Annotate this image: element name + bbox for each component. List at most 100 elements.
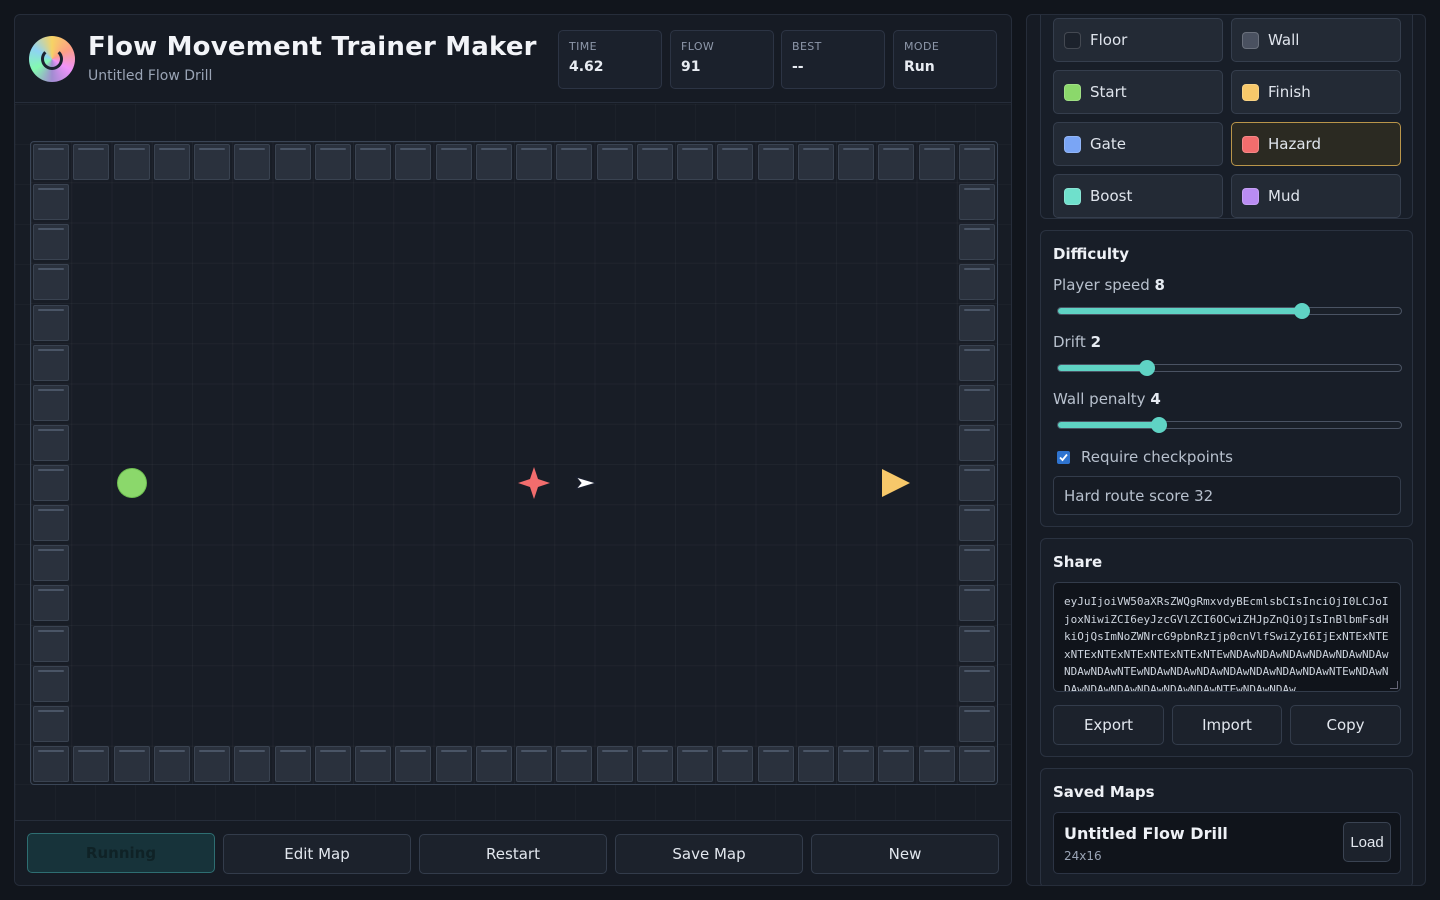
require-checkpoints-checkbox[interactable] <box>1057 450 1070 464</box>
wall-tile <box>234 745 271 782</box>
app-title: Flow Movement Trainer Maker <box>88 32 537 62</box>
wall-tile <box>33 424 69 461</box>
wall-tile <box>475 144 512 180</box>
wall-tile <box>958 384 995 421</box>
palette-item-finish[interactable]: Finish <box>1231 70 1401 114</box>
palette-item-hazard[interactable]: Hazard <box>1231 122 1401 166</box>
wall-tile <box>395 144 432 180</box>
wall-tile <box>435 144 472 180</box>
restart-button[interactable]: Restart <box>419 834 607 874</box>
resize-handle-icon[interactable] <box>1390 681 1398 689</box>
stat-flow: FLOW 91 <box>670 30 774 89</box>
player-icon <box>574 476 599 491</box>
stat-value: Run <box>904 59 935 75</box>
wall-tile <box>556 144 593 180</box>
stat-best: BEST -- <box>781 30 885 89</box>
wall-tile <box>757 144 794 180</box>
require-checkpoints-label: Require checkpoints <box>1081 448 1233 466</box>
wall-tile <box>33 745 69 782</box>
palette-item-label: Mud <box>1268 187 1300 205</box>
palette-item-label: Hazard <box>1268 135 1321 153</box>
palette-item-mud[interactable]: Mud <box>1231 174 1401 218</box>
wall-tile <box>113 144 150 180</box>
wall-tile <box>958 304 995 341</box>
hazard-tile-icon <box>518 467 551 500</box>
wall-penalty-label: Wall penalty 4 <box>1053 390 1161 408</box>
saved-map-name: Untitled Flow Drill <box>1064 824 1228 843</box>
palette-item-label: Floor <box>1090 31 1128 49</box>
wall-tile <box>73 144 110 180</box>
drift-slider[interactable] <box>1057 360 1402 376</box>
wall-tile <box>797 745 834 782</box>
wall-tile <box>435 745 472 782</box>
saved-maps-card: Saved Maps Untitled Flow Drill 24x16 Loa… <box>1040 768 1413 885</box>
swatch-icon <box>1064 135 1081 153</box>
player-speed-slider[interactable] <box>1057 303 1402 319</box>
import-button[interactable]: Import <box>1172 705 1282 745</box>
swatch-icon <box>1242 31 1259 49</box>
stat-label: FLOW <box>681 40 715 53</box>
swatch-icon <box>1064 83 1081 101</box>
check-icon <box>1059 453 1068 461</box>
palette-item-label: Wall <box>1268 31 1300 49</box>
wall-tile <box>958 424 995 461</box>
wall-tile <box>73 745 110 782</box>
slider-thumb[interactable] <box>1293 303 1310 319</box>
slider-fill <box>1058 365 1148 371</box>
wall-tile <box>878 144 915 180</box>
palette-item-label: Start <box>1090 83 1127 101</box>
wall-tile <box>958 745 995 782</box>
wall-tile <box>958 625 995 662</box>
wall-tile <box>33 665 69 702</box>
wall-tile <box>33 465 69 501</box>
palette-item-wall[interactable]: Wall <box>1231 18 1401 62</box>
edit-map-button[interactable]: Edit Map <box>223 834 411 874</box>
palette-item-gate[interactable]: Gate <box>1053 122 1223 166</box>
require-checkpoints-row[interactable]: Require checkpoints <box>1057 448 1233 466</box>
wall-tile <box>33 224 69 261</box>
wall-tile <box>878 745 915 782</box>
palette-item-label: Boost <box>1090 187 1133 205</box>
wall-tile <box>677 745 713 782</box>
slider-value: 8 <box>1154 276 1165 294</box>
new-map-button[interactable]: New <box>811 834 999 874</box>
running-button[interactable]: Running <box>27 833 215 873</box>
palette-item-boost[interactable]: Boost <box>1053 174 1223 218</box>
difficulty-card: Difficulty Player speed 8 Drift 2 Wall p… <box>1040 230 1413 527</box>
slider-thumb[interactable] <box>1151 417 1168 433</box>
wall-tile <box>958 665 995 702</box>
wall-tile <box>838 745 874 782</box>
palette-item-start[interactable]: Start <box>1053 70 1223 114</box>
wall-tile <box>677 144 713 180</box>
editor-panel: Floor Wall Start Finish Gate Hazard Boost Mud D… <box>1026 14 1426 886</box>
wall-tile <box>958 545 995 582</box>
swatch-icon <box>1064 187 1081 205</box>
saved-maps-title: Saved Maps <box>1053 783 1155 801</box>
wall-tile <box>958 184 995 221</box>
copy-button[interactable]: Copy <box>1290 705 1401 745</box>
game-board[interactable] <box>30 141 998 785</box>
slider-label-text: Wall penalty <box>1053 390 1146 408</box>
wall-tile <box>153 144 190 180</box>
wall-tile <box>757 745 794 782</box>
share-card: Share eyJuIjoiVW50aXRsZWQgRmxvdyBEcmlsbC… <box>1040 538 1413 757</box>
save-map-button[interactable]: Save Map <box>615 834 803 874</box>
wall-tile <box>33 625 69 662</box>
share-code: eyJuIjoiVW50aXRsZWQgRmxvdyBEcmlsbCIsInci… <box>1064 595 1389 692</box>
wall-penalty-slider[interactable] <box>1057 417 1402 433</box>
swatch-icon <box>1064 31 1081 49</box>
load-map-button[interactable]: Load <box>1343 822 1391 862</box>
swatch-icon <box>1242 135 1259 153</box>
slider-thumb[interactable] <box>1139 360 1156 376</box>
export-button[interactable]: Export <box>1053 705 1164 745</box>
wall-tile <box>274 144 311 180</box>
wall-tile <box>33 705 69 742</box>
wall-tile <box>958 144 995 180</box>
share-code-textarea[interactable]: eyJuIjoiVW50aXRsZWQgRmxvdyBEcmlsbCIsInci… <box>1053 582 1401 692</box>
wall-tile <box>113 745 150 782</box>
wall-tile <box>797 144 834 180</box>
wall-tile <box>596 144 633 180</box>
palette-item-floor[interactable]: Floor <box>1053 18 1223 62</box>
game-panel: Flow Movement Trainer Maker Untitled Flo… <box>14 14 1012 886</box>
slider-value: 4 <box>1150 390 1161 408</box>
